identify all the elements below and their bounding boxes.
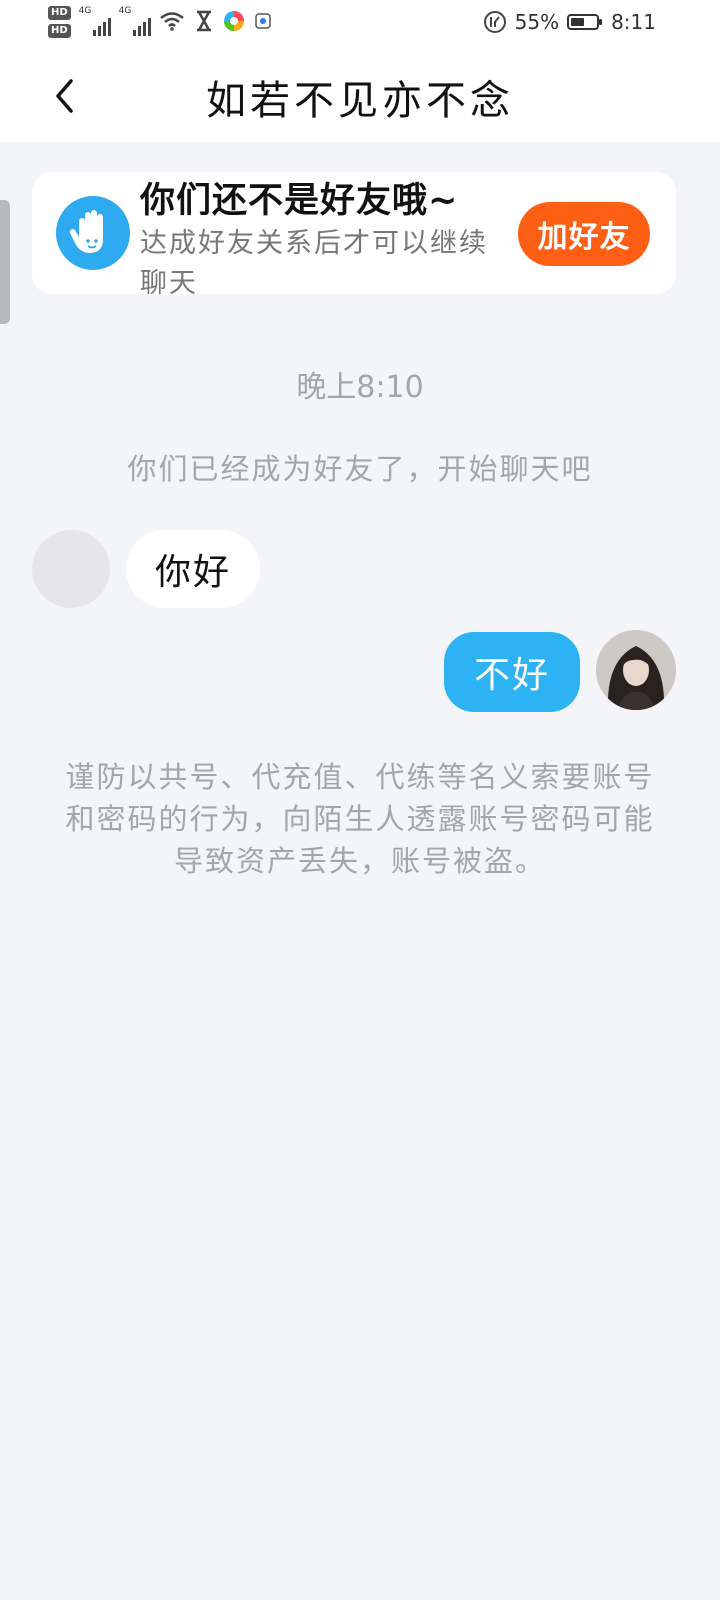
user-avatar[interactable] <box>596 630 676 710</box>
hd-badge-2: HD <box>48 24 71 38</box>
add-friend-button[interactable]: 加好友 <box>518 202 650 266</box>
contact-avatar[interactable] <box>32 530 110 608</box>
card-description: 达成好友关系后才可以继续聊天 <box>140 228 488 299</box>
status-bar-left: HD HD 4G 4G <box>48 6 271 38</box>
page-title: 如若不见亦不念 <box>206 78 514 124</box>
friend-request-card: 你们还不是好友哦~ 达成好友关系后才可以继续聊天 加好友 <box>32 172 676 299</box>
battery-percent: 55% <box>514 10 560 34</box>
clock: 8:11 <box>611 10 656 34</box>
signal-2-icon: 4G <box>119 6 151 36</box>
signal-1-icon: 4G <box>79 6 111 36</box>
card-title: 你们还不是好友哦~ <box>140 181 459 221</box>
battery-icon <box>567 14 603 30</box>
hand-wave-icon <box>56 196 130 270</box>
status-bar: HD HD 4G 4G 55% 8:11 <box>0 0 720 48</box>
hd-indicators: HD HD <box>48 6 71 38</box>
battery-fill <box>571 18 585 26</box>
app-colorful-icon <box>223 11 244 31</box>
app-small-icon <box>254 13 271 29</box>
nav-bar: 如若不见亦不念 <box>0 48 720 142</box>
message-bubble-outgoing[interactable]: 不好 <box>444 632 580 712</box>
security-notice: 谨防以共号、代充值、代练等名义索要账号和密码的行为，向陌生人透露账号密码可能导致… <box>65 760 655 878</box>
hd-badge-1: HD <box>48 6 71 20</box>
message-timestamp: 晚上8:10 <box>296 370 424 405</box>
message-bubble-incoming[interactable]: 你好 <box>126 530 260 608</box>
wifi-icon <box>159 12 184 31</box>
system-message: 你们已经成为好友了，开始聊天吧 <box>127 452 593 486</box>
status-bar-right: 55% 8:11 <box>483 10 656 34</box>
hourglass-icon <box>196 10 211 32</box>
data-saver-icon <box>483 11 506 33</box>
user-avatar-image <box>596 630 676 710</box>
scroll-edge-handle[interactable] <box>0 200 10 324</box>
